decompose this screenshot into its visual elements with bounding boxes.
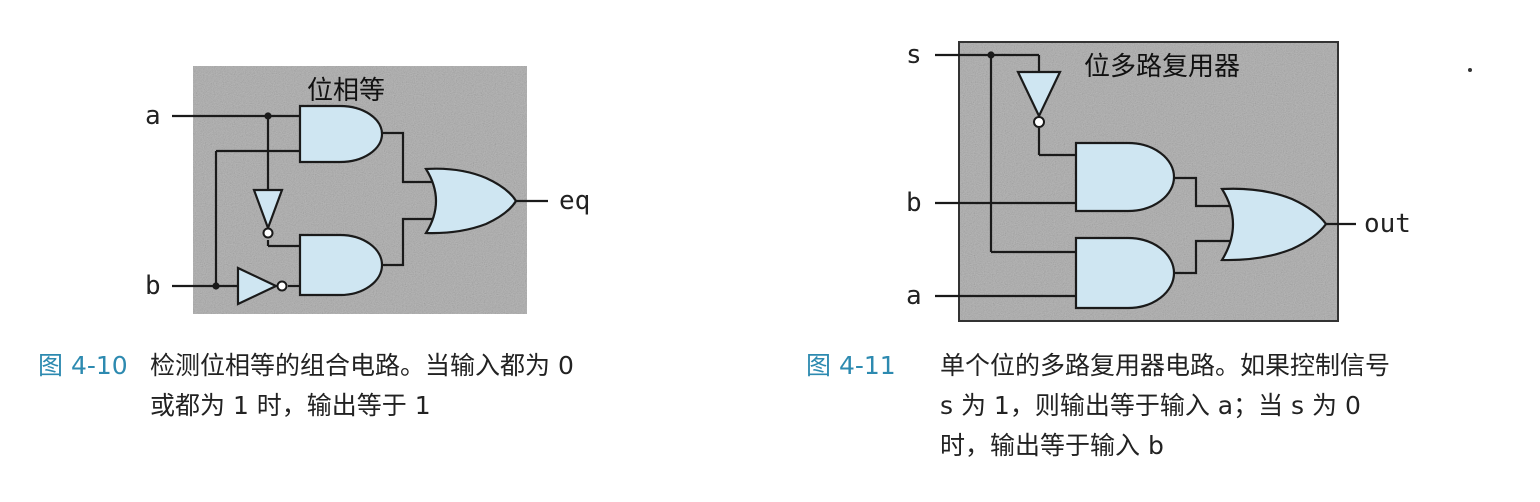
s-junction: [987, 51, 995, 59]
caption-4-10-line-1: 检测位相等的组合电路。当输入都为 0: [150, 351, 574, 380]
and-gate-top-mux: [1074, 141, 1176, 213]
and-gate-bottom-mux: [1074, 236, 1176, 310]
input-a-mux-label: a: [906, 281, 922, 311]
caption-4-10: 图 4-10 检测位相等的组合电路。当输入都为 0 或都为 1 时，输出等于 1: [38, 346, 778, 436]
caption-4-11: 图 4-11 单个位的多路复用器电路。如果控制信号 s 为 1，则输出等于输入 …: [806, 346, 1526, 476]
output-eq-label: eq: [559, 186, 590, 216]
and-gate-top: [298, 104, 384, 164]
bit-mux-title: 位多路复用器: [1084, 52, 1240, 82]
caption-4-11-line-1: 单个位的多路复用器电路。如果控制信号: [940, 351, 1391, 380]
stray-dot: [1468, 68, 1472, 72]
figure-4-11: 位多路复用器 s b a out: [906, 40, 1411, 322]
input-b-mux-label: b: [906, 188, 922, 218]
figure-4-10: 位相等 a b eq: [145, 66, 590, 314]
page: 位相等 a b eq 位多路复用器 s b a out 图 4-10 检测位相等…: [0, 0, 1540, 502]
caption-4-10-number: 图 4-10: [38, 351, 128, 380]
and-gate-bottom: [298, 233, 384, 297]
caption-4-11-line-3: 时，输出等于输入 b: [940, 431, 1164, 460]
output-out-label: out: [1364, 209, 1411, 239]
bit-equal-title: 位相等: [307, 76, 385, 106]
caption-4-11-line-2: s 为 1，则输出等于输入 a；当 s 为 0: [940, 391, 1361, 420]
input-a-label: a: [145, 101, 161, 131]
caption-4-11-number: 图 4-11: [806, 351, 896, 380]
input-b-label: b: [145, 271, 161, 301]
caption-4-10-line-2: 或都为 1 时，输出等于 1: [150, 391, 431, 420]
input-s-label: s: [906, 40, 922, 70]
